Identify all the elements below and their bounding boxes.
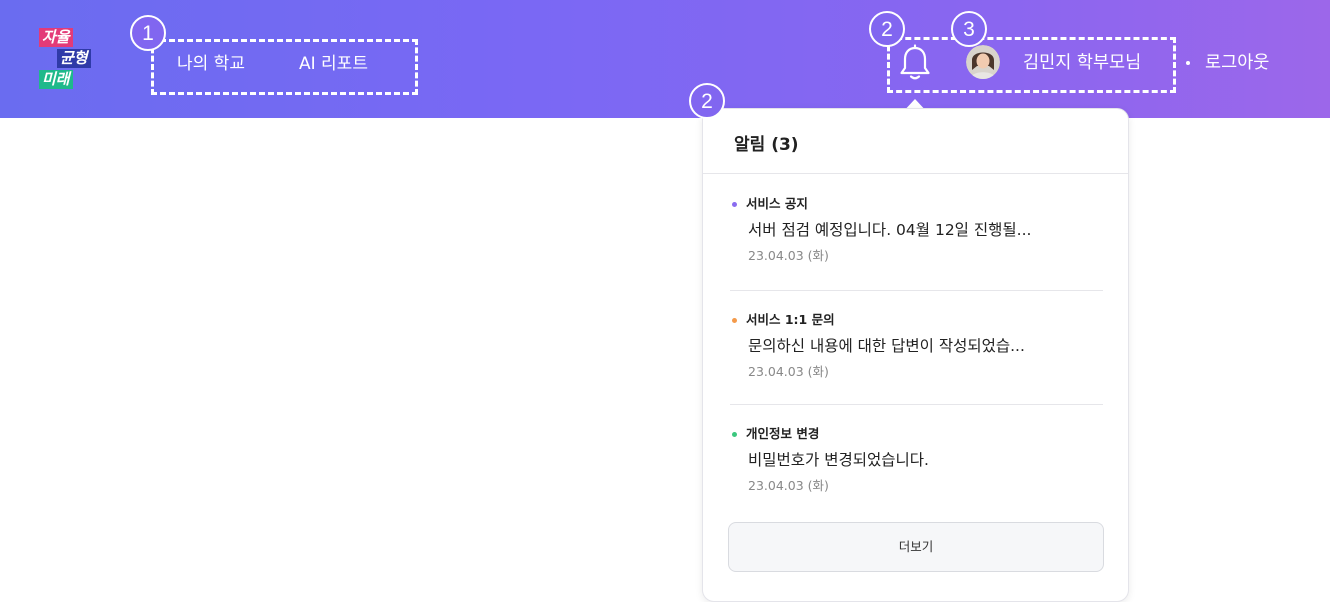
- status-dot: [732, 432, 737, 437]
- notification-item[interactable]: 서비스 공지 서버 점검 예정입니다. 04월 12일 진행될... 23.04…: [730, 195, 1103, 265]
- item-divider: [730, 404, 1103, 405]
- notification-date: 23.04.03 (화): [748, 364, 829, 379]
- logo-line-2: 균형: [57, 49, 91, 68]
- status-dot: [732, 318, 737, 323]
- notification-panel: 알림 (3) 서비스 공지 서버 점검 예정입니다. 04월 12일 진행될..…: [702, 108, 1129, 602]
- notification-item[interactable]: 서비스 1:1 문의 문의하신 내용에 대한 답변이 작성되었습... 23.0…: [730, 311, 1103, 381]
- notification-date: 23.04.03 (화): [748, 478, 829, 493]
- nav-ai-report[interactable]: AI 리포트: [299, 52, 368, 76]
- notification-category: 서비스 1:1 문의: [746, 312, 835, 327]
- more-button[interactable]: 더보기: [728, 522, 1104, 572]
- notification-message: 문의하신 내용에 대한 답변이 작성되었습...: [748, 337, 1025, 355]
- notification-message: 서버 점검 예정입니다. 04월 12일 진행될...: [748, 221, 1032, 239]
- notification-date: 23.04.03 (화): [748, 248, 829, 263]
- annotation-marker-2-panel: 2: [689, 83, 725, 119]
- separator-dot: [1186, 61, 1190, 65]
- panel-divider: [703, 173, 1128, 174]
- bell-icon[interactable]: [898, 44, 932, 82]
- notification-category: 서비스 공지: [746, 196, 808, 211]
- logo-line-3: 미래: [39, 70, 73, 89]
- notification-message: 비밀번호가 변경되었습니다.: [748, 451, 929, 469]
- top-header: 자율 균형 미래 1 나의 학교 AI 리포트 2 3 김민지 학부모님 로그아…: [0, 0, 1330, 118]
- notification-category: 개인정보 변경: [746, 426, 820, 441]
- user-name[interactable]: 김민지 학부모님: [1023, 51, 1141, 75]
- panel-title: 알림 (3): [734, 135, 799, 155]
- notification-item[interactable]: 개인정보 변경 비밀번호가 변경되었습니다. 23.04.03 (화): [730, 425, 1103, 495]
- annotation-marker-1: 1: [130, 15, 166, 51]
- item-divider: [730, 290, 1103, 291]
- annotation-marker-2: 2: [869, 11, 905, 47]
- brand-logo[interactable]: 자율 균형 미래: [37, 28, 107, 96]
- annotation-marker-3: 3: [951, 11, 987, 47]
- logo-line-1: 자율: [39, 28, 73, 47]
- status-dot: [732, 202, 737, 207]
- user-avatar[interactable]: [966, 45, 1000, 79]
- logout-link[interactable]: 로그아웃: [1205, 51, 1269, 75]
- nav-my-school[interactable]: 나의 학교: [177, 52, 245, 76]
